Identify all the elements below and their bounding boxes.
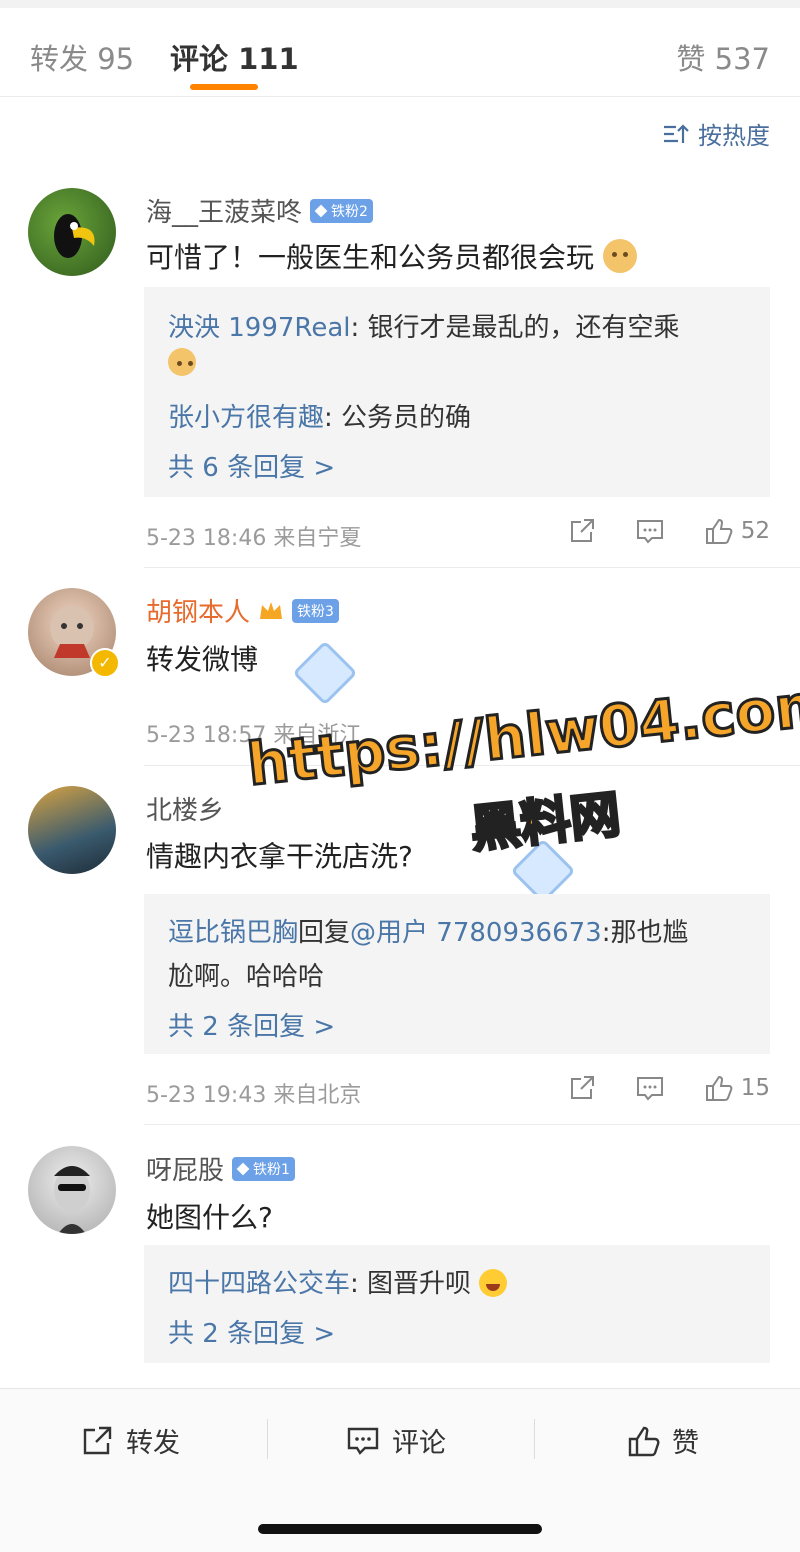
sort-button[interactable]: 按热度 <box>662 116 770 151</box>
thumbs-up-icon <box>705 518 733 544</box>
comment-actions: 15 <box>529 1073 770 1103</box>
tab-bar: 转发 95 评论 111 赞 537 <box>0 8 800 97</box>
username-text: 呀屁股 <box>146 1156 225 1186</box>
avatar[interactable] <box>28 786 116 874</box>
comment-text: 情趣内衣拿干洗店洗? <box>146 840 413 873</box>
comment-text: 可惜了！一般医生和公务员都很会玩 <box>146 236 637 276</box>
username-text: 北楼乡 <box>146 796 225 826</box>
top-divider <box>0 0 800 8</box>
thumbs-up-icon <box>628 1426 660 1456</box>
divider <box>144 1124 800 1125</box>
reply-box[interactable]: 泱泱 1997Real: 银行才是最乱的，还有空乘 张小方很有趣: 公务员的确 … <box>144 287 770 497</box>
comment-meta: 5-23 18:46 来自宁夏 <box>146 526 362 551</box>
comment-actions: 52 <box>529 516 770 546</box>
share-icon <box>570 519 594 542</box>
divider <box>534 1419 535 1459</box>
comment-icon <box>636 520 663 544</box>
comment-icon <box>347 1427 379 1455</box>
repost-button[interactable] <box>567 1073 597 1103</box>
username[interactable]: 胡钢本人 铁粉3 <box>146 592 339 629</box>
watermark-name: 黑料网 <box>466 784 624 860</box>
reply-button[interactable] <box>635 516 665 546</box>
like-button[interactable]: 52 <box>703 516 770 546</box>
share-icon <box>570 1076 594 1099</box>
username[interactable]: 海__王菠菜咚 铁粉2 <box>146 192 373 229</box>
comment-meta: 5-23 19:43 来自北京 <box>146 1083 362 1108</box>
doge-emoji <box>602 239 637 273</box>
reply-line: 泱泱 1997Real: 银行才是最乱的，还有空乘 <box>168 313 680 343</box>
share-icon <box>83 1426 112 1454</box>
fan-badge: 铁粉1 <box>232 1156 295 1181</box>
avatar[interactable] <box>28 188 116 276</box>
comment-text: 她图什么? <box>146 1201 273 1234</box>
laughing-emoji <box>479 1269 508 1297</box>
bottom-like-button[interactable]: 赞 <box>626 1421 699 1460</box>
tab-repost[interactable]: 转发 95 <box>30 36 134 78</box>
comment-icon <box>636 1077 663 1101</box>
verified-icon: ✓ <box>90 648 120 678</box>
bottom-repost-label: 转发 <box>126 1428 180 1459</box>
diamond-sticker-icon <box>292 640 358 706</box>
like-count: 15 <box>740 1075 770 1101</box>
tab-comments[interactable]: 评论 111 <box>170 36 299 78</box>
doge-emoji <box>168 348 196 376</box>
fan-badge: 铁粉3 <box>292 598 339 623</box>
like-count: 52 <box>740 518 770 544</box>
reply-button[interactable] <box>635 1073 665 1103</box>
bottom-comment-button[interactable]: 评论 <box>346 1421 446 1460</box>
reply-line: 逗比锅巴胸回复@用户 7780936673:那也尴 <box>168 918 689 948</box>
active-tab-indicator <box>190 84 258 90</box>
reply-line: 张小方很有趣: 公务员的确 <box>168 403 472 433</box>
more-replies-link[interactable]: 共 6 条回复 > <box>168 447 335 484</box>
reply-line: 四十四路公交车: 图晋升呗 <box>168 1263 508 1300</box>
avatar[interactable] <box>28 1146 116 1234</box>
more-replies-link[interactable]: 共 2 条回复 > <box>168 1006 335 1043</box>
reply-emoji-line <box>168 347 196 377</box>
sort-icon <box>664 123 689 143</box>
more-replies-link[interactable]: 共 2 条回复 > <box>168 1313 335 1350</box>
username-text: 海__王菠菜咚 <box>146 198 303 228</box>
username[interactable]: 呀屁股 铁粉1 <box>146 1150 295 1187</box>
bottom-like-label: 赞 <box>672 1428 699 1459</box>
crown-icon <box>260 601 283 619</box>
divider <box>267 1419 268 1459</box>
bottom-repost-button[interactable]: 转发 <box>80 1421 180 1460</box>
bottom-comment-label: 评论 <box>392 1428 446 1459</box>
comment-text: 转发微博 <box>146 643 259 676</box>
reply-box[interactable]: 逗比锅巴胸回复@用户 7780936673:那也尴 尬啊。哈哈哈 共 2 条回复… <box>144 894 770 1054</box>
username[interactable]: 北楼乡 <box>146 790 224 827</box>
username-text: 胡钢本人 <box>146 598 251 628</box>
tab-likes[interactable]: 赞 537 <box>676 36 770 78</box>
sort-label: 按热度 <box>698 122 770 150</box>
thumbs-up-icon <box>705 1075 733 1101</box>
like-button[interactable]: 15 <box>703 1073 770 1103</box>
home-indicator <box>258 1524 542 1534</box>
divider <box>144 567 800 568</box>
reply-line: 尬啊。哈哈哈 <box>168 962 325 992</box>
repost-button[interactable] <box>567 516 597 546</box>
reply-box[interactable]: 四十四路公交车: 图晋升呗 共 2 条回复 > <box>144 1245 770 1363</box>
fan-badge: 铁粉2 <box>310 198 373 223</box>
